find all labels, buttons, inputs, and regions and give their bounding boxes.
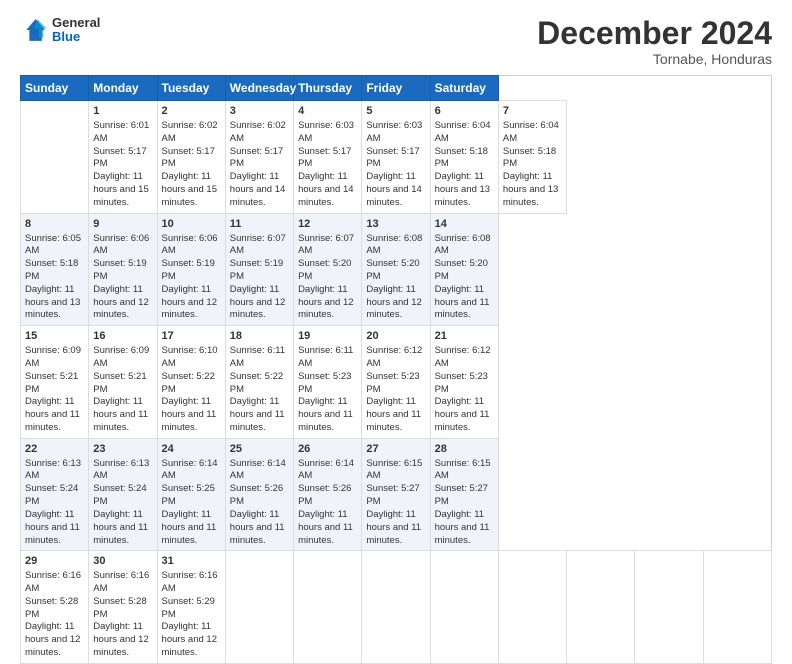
logo-line1: General [52,16,100,30]
day-number: 6 [435,104,494,119]
calendar-cell: 20Sunrise: 6:12 AMSunset: 5:23 PMDayligh… [362,326,430,439]
empty-cell [21,101,89,214]
location: Tornabe, Honduras [537,51,772,67]
calendar-week-row: 29Sunrise: 6:16 AMSunset: 5:28 PMDayligh… [21,551,772,664]
day-number: 21 [435,329,494,344]
calendar-cell: 9Sunrise: 6:06 AMSunset: 5:19 PMDaylight… [89,213,157,326]
day-number: 20 [366,329,425,344]
day-number: 5 [366,104,425,119]
logo-icon [20,16,48,44]
calendar-cell: 26Sunrise: 6:14 AMSunset: 5:26 PMDayligh… [294,438,362,551]
logo-line2: Blue [52,30,100,44]
calendar-header-saturday: Saturday [430,76,498,101]
day-number: 17 [162,329,221,344]
calendar-cell: 3Sunrise: 6:02 AMSunset: 5:17 PMDaylight… [225,101,293,214]
header: General Blue December 2024 Tornabe, Hond… [20,16,772,67]
day-number: 24 [162,442,221,457]
calendar-cell: 21Sunrise: 6:12 AMSunset: 5:23 PMDayligh… [430,326,498,439]
calendar-cell: 28Sunrise: 6:15 AMSunset: 5:27 PMDayligh… [430,438,498,551]
calendar-header-friday: Friday [362,76,430,101]
logo: General Blue [20,16,100,45]
calendar-cell: 11Sunrise: 6:07 AMSunset: 5:19 PMDayligh… [225,213,293,326]
day-number: 7 [503,104,562,119]
calendar-cell: 17Sunrise: 6:10 AMSunset: 5:22 PMDayligh… [157,326,225,439]
calendar-cell: 22Sunrise: 6:13 AMSunset: 5:24 PMDayligh… [21,438,89,551]
empty-cell [635,551,703,664]
day-number: 11 [230,217,289,232]
day-number: 3 [230,104,289,119]
calendar-week-row: 22Sunrise: 6:13 AMSunset: 5:24 PMDayligh… [21,438,772,551]
calendar-cell: 29Sunrise: 6:16 AMSunset: 5:28 PMDayligh… [21,551,89,664]
calendar-table: SundayMondayTuesdayWednesdayThursdayFrid… [20,75,772,664]
calendar-cell: 15Sunrise: 6:09 AMSunset: 5:21 PMDayligh… [21,326,89,439]
calendar-header-monday: Monday [89,76,157,101]
day-number: 28 [435,442,494,457]
calendar-cell: 2Sunrise: 6:02 AMSunset: 5:17 PMDaylight… [157,101,225,214]
calendar-cell [294,551,362,664]
empty-cell [703,551,771,664]
day-number: 4 [298,104,357,119]
day-number: 26 [298,442,357,457]
calendar-cell: 1Sunrise: 6:01 AMSunset: 5:17 PMDaylight… [89,101,157,214]
title-block: December 2024 Tornabe, Honduras [537,16,772,67]
day-number: 16 [93,329,152,344]
calendar-cell: 19Sunrise: 6:11 AMSunset: 5:23 PMDayligh… [294,326,362,439]
calendar-cell: 4Sunrise: 6:03 AMSunset: 5:17 PMDaylight… [294,101,362,214]
calendar-week-row: 8Sunrise: 6:05 AMSunset: 5:18 PMDaylight… [21,213,772,326]
calendar-cell: 8Sunrise: 6:05 AMSunset: 5:18 PMDaylight… [21,213,89,326]
day-number: 27 [366,442,425,457]
day-number: 29 [25,554,84,569]
day-number: 14 [435,217,494,232]
day-number: 9 [93,217,152,232]
logo-text: General Blue [52,16,100,45]
day-number: 25 [230,442,289,457]
day-number: 22 [25,442,84,457]
calendar-week-row: 1Sunrise: 6:01 AMSunset: 5:17 PMDaylight… [21,101,772,214]
calendar-cell: 14Sunrise: 6:08 AMSunset: 5:20 PMDayligh… [430,213,498,326]
calendar-cell: 13Sunrise: 6:08 AMSunset: 5:20 PMDayligh… [362,213,430,326]
day-number: 15 [25,329,84,344]
calendar-cell: 18Sunrise: 6:11 AMSunset: 5:22 PMDayligh… [225,326,293,439]
day-number: 30 [93,554,152,569]
empty-cell [567,551,635,664]
calendar-cell: 16Sunrise: 6:09 AMSunset: 5:21 PMDayligh… [89,326,157,439]
calendar-cell: 25Sunrise: 6:14 AMSunset: 5:26 PMDayligh… [225,438,293,551]
calendar-cell: 12Sunrise: 6:07 AMSunset: 5:20 PMDayligh… [294,213,362,326]
calendar-cell: 31Sunrise: 6:16 AMSunset: 5:29 PMDayligh… [157,551,225,664]
day-number: 2 [162,104,221,119]
month-title: December 2024 [537,16,772,51]
calendar-cell: 7Sunrise: 6:04 AMSunset: 5:18 PMDaylight… [498,101,566,214]
day-number: 10 [162,217,221,232]
day-number: 13 [366,217,425,232]
calendar-cell: 10Sunrise: 6:06 AMSunset: 5:19 PMDayligh… [157,213,225,326]
calendar-cell: 6Sunrise: 6:04 AMSunset: 5:18 PMDaylight… [430,101,498,214]
calendar-header-tuesday: Tuesday [157,76,225,101]
calendar-header-row: SundayMondayTuesdayWednesdayThursdayFrid… [21,76,772,101]
calendar-cell: 24Sunrise: 6:14 AMSunset: 5:25 PMDayligh… [157,438,225,551]
day-number: 31 [162,554,221,569]
day-number: 23 [93,442,152,457]
page: General Blue December 2024 Tornabe, Hond… [0,0,792,612]
calendar-cell [430,551,498,664]
day-number: 19 [298,329,357,344]
calendar-cell: 23Sunrise: 6:13 AMSunset: 5:24 PMDayligh… [89,438,157,551]
calendar-week-row: 15Sunrise: 6:09 AMSunset: 5:21 PMDayligh… [21,326,772,439]
calendar-cell: 5Sunrise: 6:03 AMSunset: 5:17 PMDaylight… [362,101,430,214]
day-number: 1 [93,104,152,119]
calendar-cell: 27Sunrise: 6:15 AMSunset: 5:27 PMDayligh… [362,438,430,551]
day-number: 18 [230,329,289,344]
calendar-cell [225,551,293,664]
calendar-header-sunday: Sunday [21,76,89,101]
calendar-cell: 30Sunrise: 6:16 AMSunset: 5:28 PMDayligh… [89,551,157,664]
calendar-header-wednesday: Wednesday [225,76,293,101]
empty-cell [498,551,566,664]
calendar-cell [362,551,430,664]
day-number: 12 [298,217,357,232]
day-number: 8 [25,217,84,232]
calendar-header-thursday: Thursday [294,76,362,101]
